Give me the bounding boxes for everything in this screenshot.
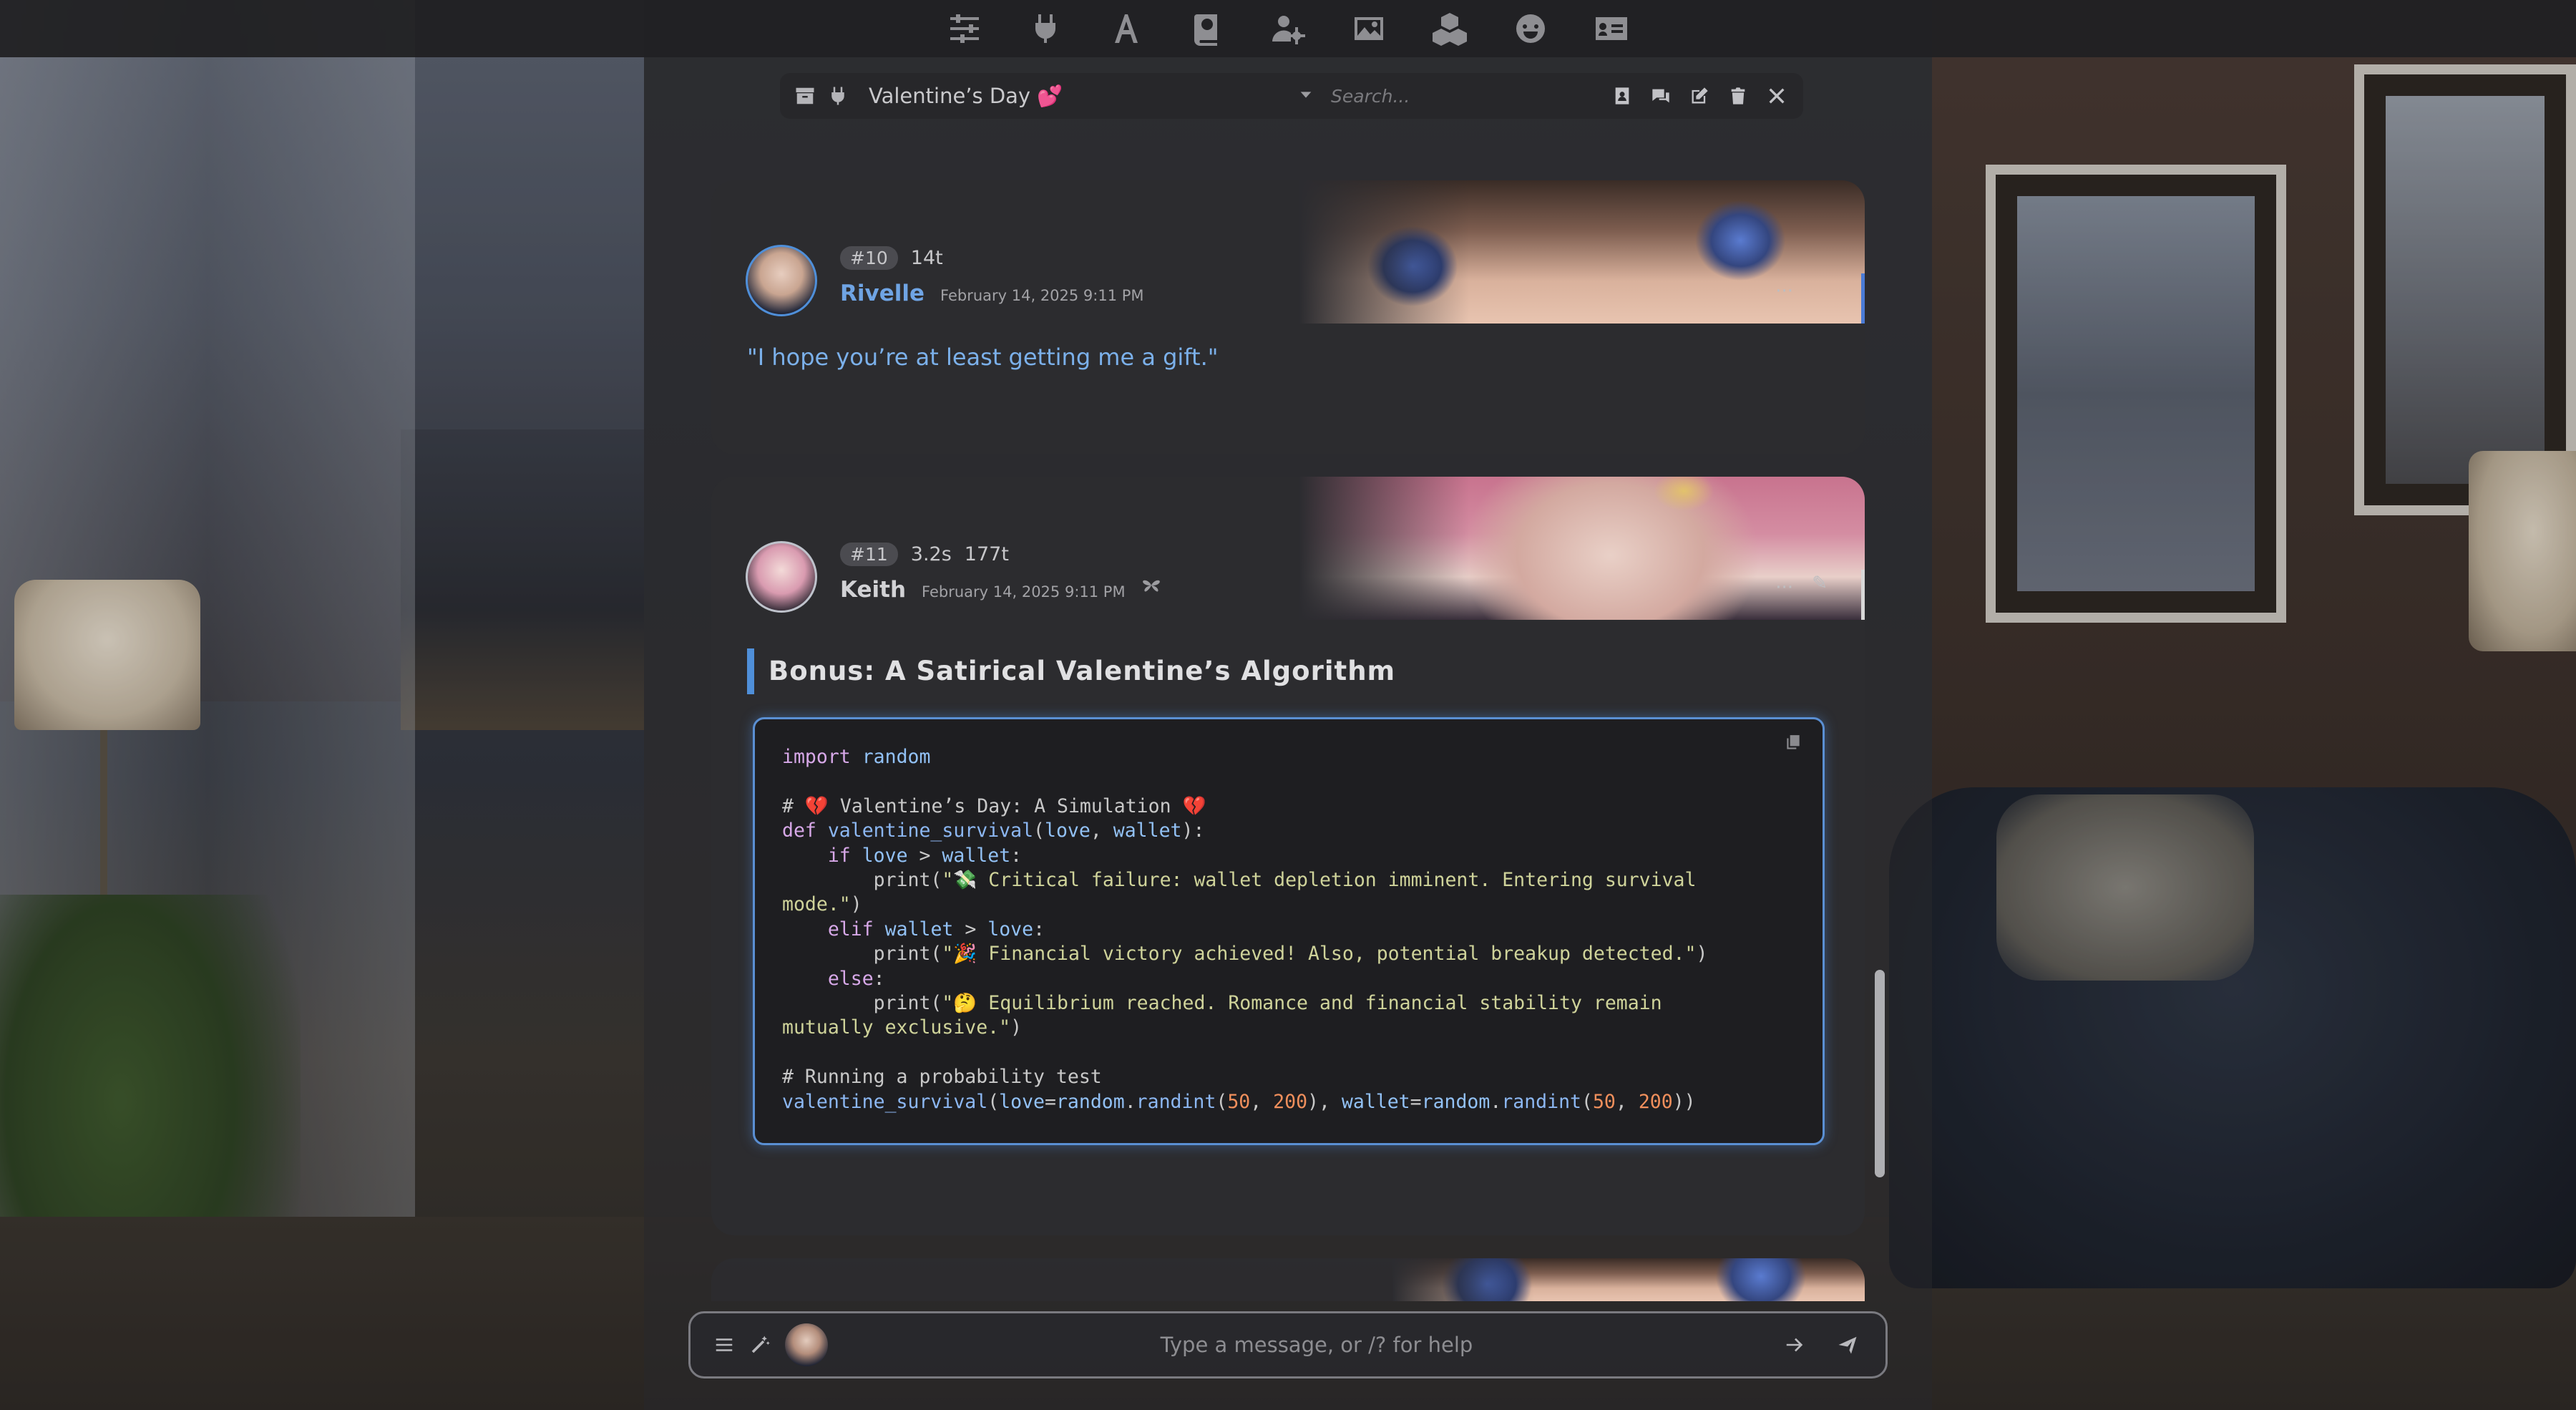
close-icon[interactable] [1760,79,1793,112]
send-icon[interactable] [1830,1327,1865,1363]
sliders-icon[interactable] [940,4,989,53]
plug-icon[interactable] [821,79,854,112]
name-line: Rivelle February 14, 2025 9:11 PM [840,281,1144,306]
copy-icon[interactable] [1784,734,1802,755]
name-line: Keith February 14, 2025 9:11 PM [840,577,1161,603]
code-content: import random # 💔 Valentine’s Day: A Sim… [782,746,1708,1113]
archive-icon[interactable] [789,79,821,112]
avatar[interactable] [746,245,817,316]
chevron-down-icon[interactable] [1298,87,1314,105]
character-name: Rivelle [840,281,925,306]
smile-icon[interactable] [1506,4,1555,53]
plug-icon[interactable] [1021,4,1070,53]
search-input[interactable]: Search... [1331,86,1567,107]
pencil-icon[interactable]: ✎ [1812,573,1828,594]
font-icon[interactable] [1102,4,1151,53]
message-meta: #10 14t [840,246,943,270]
character-banner-image: ··· ✎ [1299,477,1865,620]
image-icon[interactable] [1345,4,1393,53]
cubes-icon[interactable] [1425,4,1474,53]
generation-time: 3.2s [910,543,952,565]
more-options-icon[interactable]: ··· [1775,577,1793,598]
more-options-icon[interactable]: ··· [1775,281,1793,302]
message-card [711,1258,1865,1301]
chat-actions [1606,79,1793,112]
arrow-right-icon[interactable] [1777,1327,1813,1363]
message-input[interactable]: Type a message, or /? for help [857,1333,1777,1357]
chat-header-bar: Valentine’s Day 💕 Search... [780,73,1803,119]
hamburger-menu-icon[interactable] [706,1327,742,1363]
comments-icon[interactable] [1644,79,1677,112]
token-count: 14t [910,247,943,269]
token-count: 177t [964,543,1009,565]
message-heading: Bonus: A Satirical Valentine’s Algorithm [769,656,1396,686]
message-text: "I hope you’re at least getting me a gif… [747,344,1219,371]
heading-accent [747,648,754,694]
timestamp: February 14, 2025 9:11 PM [922,583,1126,601]
chat-name-select[interactable]: Valentine’s Day 💕 [869,84,1298,109]
trash-icon[interactable] [1722,79,1755,112]
code-block: import random # 💔 Valentine’s Day: A Sim… [753,717,1825,1145]
message-input-bar: Type a message, or /? for help [688,1311,1888,1379]
avatar[interactable] [746,541,817,613]
id-card-icon[interactable] [1587,4,1636,53]
bot-model-icon [1141,577,1161,600]
magic-wand-icon[interactable] [742,1327,778,1363]
message-card: ··· #10 14t Rivelle February 14, 2025 9:… [711,180,1865,454]
scrollbar-thumb[interactable] [1875,970,1885,1177]
character-banner-image [1392,1258,1865,1301]
user-gear-icon[interactable] [1264,4,1312,53]
message-id: #10 [840,246,898,270]
timestamp: February 14, 2025 9:11 PM [940,287,1144,304]
character-name: Keith [840,577,907,603]
edit-icon[interactable] [1683,79,1716,112]
message-id: #11 [840,543,898,566]
message-meta: #11 3.2s 177t [840,543,1009,566]
input-actions [1777,1327,1865,1363]
persona-avatar[interactable] [785,1323,828,1366]
book-icon[interactable] [1183,4,1231,53]
top-toolbar [0,0,2576,57]
contact-book-icon[interactable] [1606,79,1639,112]
character-banner-image: ··· [1299,180,1865,324]
message-card: ··· ✎ #11 3.2s 177t Keith February 14, 2… [711,477,1865,1235]
